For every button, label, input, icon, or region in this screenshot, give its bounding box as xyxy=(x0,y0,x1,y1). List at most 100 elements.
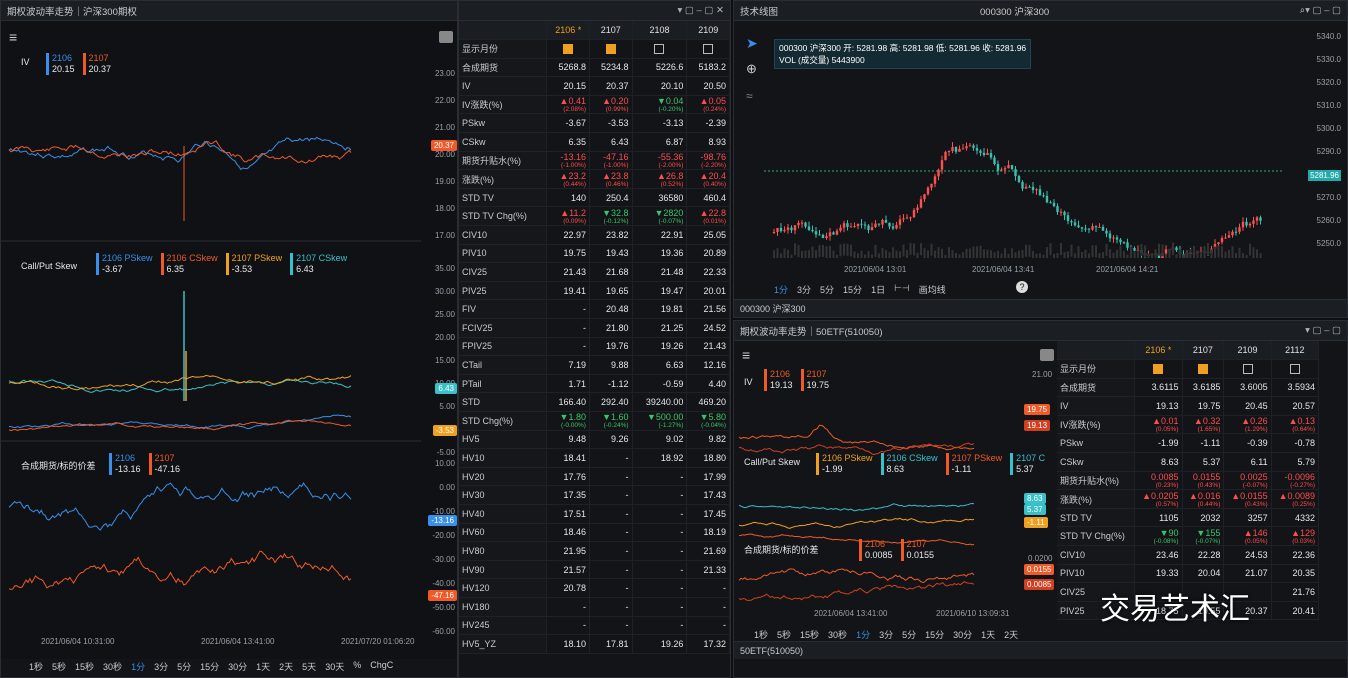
column-header[interactable]: 2112 xyxy=(1271,341,1319,361)
volume-bar xyxy=(787,249,789,258)
timeframe-option[interactable]: 1分 xyxy=(774,283,788,296)
volume-bar xyxy=(1004,248,1006,258)
cell-sub: (-0.07%) xyxy=(1242,481,1268,489)
column-header[interactable]: 2108 xyxy=(632,21,688,41)
timeframe-option[interactable]: ChgC xyxy=(370,660,393,673)
column-header[interactable]: 2106 * xyxy=(546,21,590,41)
timeframe-option[interactable]: 30秒 xyxy=(103,660,122,673)
cell-main: ▼32.8 xyxy=(602,207,629,218)
kline-window-controls[interactable]: ▾ ▢ – ▢ xyxy=(1305,5,1341,16)
volume-bar xyxy=(1214,246,1216,258)
column-header[interactable]: 2109 xyxy=(1223,341,1272,361)
month-checkbox[interactable] xyxy=(563,44,574,55)
row-label: 期货升贴水(%) xyxy=(1057,471,1136,491)
timeframe-option[interactable]: 1分 xyxy=(131,660,145,673)
table-row: CIV10 23.46 22.28 24.53 22.36 xyxy=(1057,545,1319,565)
left-timeframe-bar[interactable]: 1秒 5秒 15秒 30秒 1分 3分 5分 15分 30分 1天 2天 5天 30天% ChgC xyxy=(29,660,393,673)
volume-bar xyxy=(1252,247,1255,258)
column-header[interactable]: 2109 xyxy=(686,21,730,41)
price-tick: 5300.0 xyxy=(1316,124,1341,133)
timeframe-option[interactable]: 5秒 xyxy=(52,660,66,673)
candle-body xyxy=(1164,249,1168,254)
cell-sub: (-0.08%) xyxy=(1153,537,1179,545)
timeframe-option[interactable]: 5天 xyxy=(302,660,316,673)
timeframe-option[interactable]: 30分 xyxy=(953,628,972,641)
month-checkbox[interactable] xyxy=(703,44,714,55)
table-cell: -1.99 xyxy=(1134,433,1183,454)
column-header[interactable]: 2107 xyxy=(589,21,633,41)
timeframe-option[interactable]: 1天 xyxy=(256,660,270,673)
timeframe-option[interactable]: 1秒 xyxy=(29,660,43,673)
timeframe-option[interactable]: 5秒 xyxy=(777,628,791,641)
timeframe-option[interactable]: 3分 xyxy=(154,660,168,673)
timeframe-option[interactable]: 5分 xyxy=(902,628,916,641)
zoom-icon[interactable]: ⊕ xyxy=(746,61,757,77)
timeframe-option[interactable]: 5分 xyxy=(820,283,834,296)
timeframe-option[interactable]: 15分 xyxy=(843,283,862,296)
legend-item: 2107 CSkew 6.43 xyxy=(290,253,347,275)
etf-window-controls[interactable]: ▾ ▢ – ▢ xyxy=(1305,325,1341,336)
table-cell: 23.46 xyxy=(1134,545,1183,565)
kline-timeframe-bar[interactable]: 1分 3分 5分 15分 1日 ⊢⊣ 画均线 xyxy=(774,283,946,296)
timeframe-option[interactable]: ⊢⊣ xyxy=(894,283,910,296)
value-tag: 0.0155 xyxy=(1024,564,1055,575)
table-cell: ▲11.2 (0.09%) xyxy=(546,206,590,227)
timeframe-option[interactable]: 15秒 xyxy=(800,628,819,641)
timeframe-option[interactable]: % xyxy=(353,660,361,673)
candle-body xyxy=(839,227,842,231)
timeframe-option[interactable]: 2天 xyxy=(279,660,293,673)
column-header[interactable]: 2107 xyxy=(1182,341,1225,361)
timeframe-option[interactable]: 30天 xyxy=(325,660,344,673)
month-checkbox[interactable] xyxy=(605,44,616,55)
series-line xyxy=(738,517,975,529)
cursor-icon[interactable]: ➤ xyxy=(746,35,758,52)
table-cell: 17.76 xyxy=(546,467,590,487)
table-row: 期货升贴水(%) -13.16 (-1.00%) -47.16 (-1.00%) -55.… xyxy=(459,151,730,171)
month-checkbox[interactable] xyxy=(1242,364,1253,375)
table-row: STD TV Chg(%) ▲11.2 (0.09%) ▼32.8 (-0.12%) ▼2… xyxy=(459,206,730,227)
table-cell: 12.16 xyxy=(686,355,730,375)
kline-symbol-search[interactable]: 000300 沪深300 xyxy=(980,4,1300,18)
volume-bar xyxy=(832,250,835,258)
timeframe-option[interactable]: 1日 xyxy=(871,283,885,296)
candle-body xyxy=(881,219,884,225)
volume-bar xyxy=(1259,253,1262,258)
column-header[interactable]: 2106 * xyxy=(1134,341,1183,361)
etf-titlebar: 期权波动率走势｜50ETF(510050) ▾ ▢ – ▢ xyxy=(734,321,1347,341)
timeframe-option[interactable]: 2天 xyxy=(1004,628,1018,641)
month-checkbox[interactable] xyxy=(1289,364,1300,375)
month-checkbox[interactable] xyxy=(654,44,665,55)
timeframe-option[interactable]: 15分 xyxy=(925,628,944,641)
volume-bar xyxy=(1084,249,1087,258)
timeframe-option[interactable]: 3分 xyxy=(797,283,811,296)
legend-item: 2106 0.0085 xyxy=(859,539,893,561)
volume-bar xyxy=(1179,249,1181,258)
date-label: 2021/06/04 10:31:00 xyxy=(41,637,115,646)
timeframe-option[interactable]: 1秒 xyxy=(754,628,768,641)
timeframe-option[interactable]: 1天 xyxy=(981,628,995,641)
month-checkbox[interactable] xyxy=(1197,364,1208,375)
axis-tick: 21.00 xyxy=(1032,370,1053,379)
timeframe-option[interactable]: 画均线 xyxy=(919,283,946,296)
table-cell: 7.19 xyxy=(546,355,590,375)
cell-sub: (-0.07%) xyxy=(658,217,684,225)
timeframe-option[interactable]: 15分 xyxy=(200,660,219,673)
timeframe-option[interactable]: 30分 xyxy=(228,660,247,673)
volume-bar xyxy=(1119,245,1122,258)
timeframe-option[interactable]: 3分 xyxy=(879,628,893,641)
etf-timeframe-bar[interactable]: 1秒 5秒 15秒 30秒 1分 3分 5分 15分 30分 1天 2天 xyxy=(754,628,1018,641)
help-icon[interactable]: ? xyxy=(1016,281,1028,293)
table-cell: - xyxy=(632,504,688,524)
volume-bar xyxy=(1049,243,1052,256)
timeframe-option[interactable]: 15秒 xyxy=(75,660,94,673)
table-window-controls[interactable]: ▾ ▢ – ▢ ✕ xyxy=(677,5,724,16)
volume-bar xyxy=(1007,253,1010,258)
table-row: IV涨跌(%) ▲0.01 (0.05%) ▲0.32 (1.65%) ▲0.26 (1.2… xyxy=(1057,415,1319,435)
timeframe-option[interactable]: 30秒 xyxy=(828,628,847,641)
table-cell: 21.48 xyxy=(632,262,688,282)
month-checkbox[interactable] xyxy=(1153,364,1164,375)
timeframe-option[interactable]: 1分 xyxy=(856,628,870,641)
wave-icon[interactable]: ≈ xyxy=(746,89,753,103)
timeframe-option[interactable]: 5分 xyxy=(177,660,191,673)
table-cell: - xyxy=(546,318,590,338)
